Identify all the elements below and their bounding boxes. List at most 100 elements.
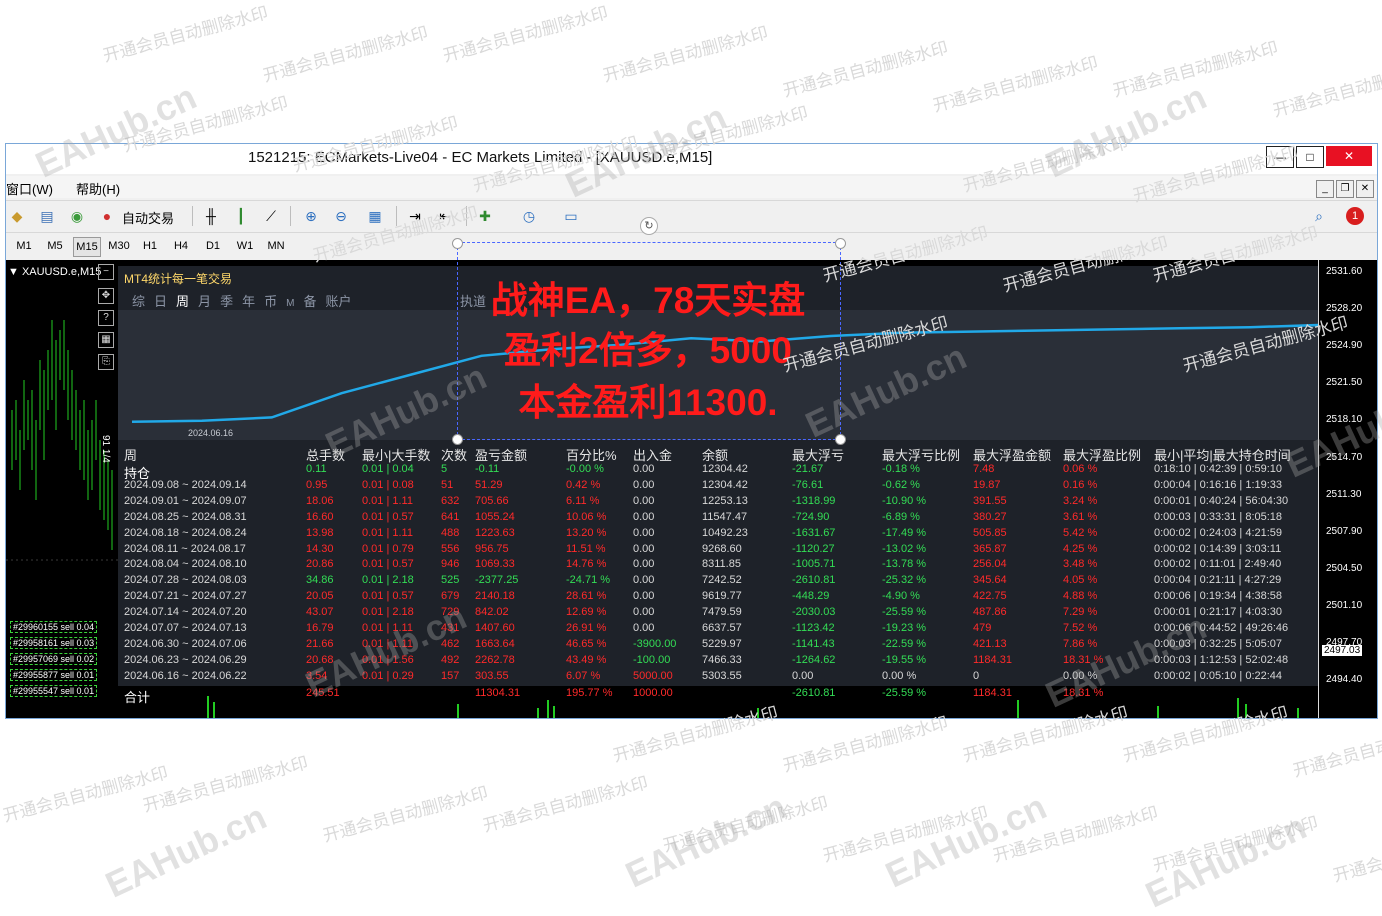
- profiles-icon[interactable]: ◆: [8, 207, 26, 225]
- table-cell-pl: 303.55: [475, 669, 509, 682]
- resize-handle[interactable]: [835, 238, 846, 249]
- table-cell-mm: 0.01 | 0.04: [362, 463, 414, 475]
- timeframe-m1[interactable]: M1: [11, 237, 37, 255]
- symbol-label[interactable]: ▼ XAUUSD.e,M15: [8, 266, 101, 278]
- auto-trading-button[interactable]: 自动交易: [122, 208, 174, 227]
- timeframe-m30[interactable]: M30: [106, 237, 132, 255]
- table-cell-mf: 345.64: [973, 574, 1007, 587]
- table-cell-io: 0.00: [633, 606, 655, 619]
- maximize-button[interactable]: □: [1296, 146, 1324, 168]
- signal-icon[interactable]: ◉: [68, 207, 86, 225]
- rotate-handle-icon[interactable]: ↻: [640, 217, 658, 235]
- collapse-icon[interactable]: −: [98, 264, 114, 280]
- close-button[interactable]: ✕: [1326, 146, 1372, 166]
- table-cell-bal: 7479.59: [702, 606, 742, 619]
- table-cell-mm: 0.01 | 0.57: [362, 558, 414, 571]
- mdi-close-button[interactable]: ✕: [1356, 180, 1374, 198]
- templates-icon[interactable]: ▭: [562, 207, 580, 225]
- timeframe-h1[interactable]: H1: [137, 237, 163, 255]
- periods-clock-icon[interactable]: ◷: [520, 207, 538, 225]
- menu-help[interactable]: 帮助(H): [76, 179, 120, 198]
- order-label[interactable]: #29955877 sell 0.01: [10, 669, 98, 681]
- table-cell-mfp: 4.88 %: [1063, 590, 1098, 603]
- header-maxddpct: 最大浮亏比例: [882, 448, 961, 463]
- table-cell-pct: 14.76 %: [566, 558, 607, 571]
- table-cell-pl: 1407.60: [475, 622, 515, 634]
- tab-account[interactable]: 账户: [325, 294, 351, 309]
- resize-handle[interactable]: [452, 238, 463, 249]
- order-label[interactable]: #29960155 sell 0.04: [10, 621, 98, 633]
- table-cell-bal: 12253.13: [702, 494, 748, 507]
- timeframe-m15[interactable]: M15: [73, 237, 101, 257]
- zoom-in-icon[interactable]: ⊕: [302, 207, 320, 225]
- table-cell-t: 0:00:02 | 0:24:03 | 4:21:59: [1154, 526, 1283, 539]
- resize-handle[interactable]: [452, 434, 463, 445]
- header-period: 周: [124, 448, 138, 463]
- watermark-text: 开通会员自动删除水印: [1330, 823, 1382, 886]
- table-cell-mm: 0.01 | 1.11: [362, 526, 413, 539]
- table-cell-p: 2024.07.28 ~ 2024.08.03: [124, 574, 247, 587]
- table-cell-mm: 0.01 | 0.08: [362, 478, 414, 491]
- market-watch-icon[interactable]: ▤: [38, 207, 56, 225]
- table-cell-mf: 391.55: [973, 494, 1007, 507]
- table-cell-pl: 1663.64: [475, 637, 515, 650]
- line-chart-icon[interactable]: ⟋: [262, 207, 280, 225]
- toolbar: ◆ ▤ ◉ ● 自动交易 ╫ ┃ ⟋ ⊕ ⊖ ▦ ⇥ ⇤ ✚ ◷ ▭ ⌕ 1: [6, 200, 1377, 231]
- order-label[interactable]: #29957069 sell 0.02: [10, 653, 98, 665]
- table-cell-pl: 956.75: [475, 542, 509, 555]
- timeframe-w1[interactable]: W1: [232, 237, 258, 255]
- candlestick-icon[interactable]: ┃: [232, 207, 250, 225]
- table-cell-ddp: -4.90 %: [882, 590, 920, 603]
- help-icon[interactable]: ?: [98, 310, 114, 326]
- table-cell-io: -3900.00: [633, 637, 677, 650]
- export-icon[interactable]: ⎘: [98, 354, 114, 370]
- tab-notes[interactable]: 备: [303, 294, 316, 309]
- timeframe-m5[interactable]: M5: [42, 237, 68, 255]
- move-icon[interactable]: ✥: [98, 288, 114, 304]
- table-cell-lots: 16.60: [306, 510, 334, 523]
- tab-year[interactable]: 年: [242, 294, 255, 309]
- table-cell-p: 2024.06.30 ~ 2024.07.06: [124, 637, 247, 650]
- table-cell-ddp: -13.78 %: [882, 558, 927, 571]
- table-cell-bal: 5303.55: [702, 669, 742, 682]
- table-cell-pct: 0.42 %: [566, 478, 601, 491]
- indicator-side-label: 91 1/4: [100, 435, 111, 463]
- table-cell-ddp: -13.02 %: [882, 542, 927, 555]
- tab-day[interactable]: 日: [154, 294, 167, 309]
- table-cell-lots: 18.06: [306, 494, 334, 507]
- table-cell-mf: 256.04: [973, 558, 1007, 571]
- notification-badge-icon[interactable]: 1: [1346, 207, 1364, 225]
- header-io: 出入金: [633, 448, 673, 463]
- zoom-out-icon[interactable]: ⊖: [332, 207, 350, 225]
- table-cell-bal: 9619.77: [702, 590, 742, 603]
- table-cell-bal: 11547.47: [702, 510, 748, 523]
- table-cell-pct: 6.11 %: [566, 494, 600, 507]
- total-cell-ddp: -25.59 %: [882, 686, 927, 699]
- table-cell-pl: 51.29: [475, 478, 503, 491]
- table-cell-mfp: 3.24 %: [1063, 494, 1098, 507]
- tab-currency[interactable]: 币: [264, 294, 277, 309]
- table-cell-lots: 34.86: [306, 574, 334, 587]
- table-cell-pct: -0.00 %: [566, 463, 604, 475]
- table-cell-mf: 479: [973, 622, 992, 634]
- table-cell-dd: -76.61: [792, 478, 824, 491]
- price-tick: 2531.60: [1326, 266, 1363, 277]
- total-cell-dd: -2610.81: [792, 686, 836, 699]
- mdi-minimize-button[interactable]: _: [1316, 180, 1334, 198]
- tab-overall[interactable]: 综: [132, 294, 145, 309]
- tab-magic[interactable]: M: [286, 298, 294, 309]
- timeframe-mn[interactable]: MN: [263, 237, 289, 255]
- timeframe-d1[interactable]: D1: [200, 237, 226, 255]
- tab-quarter[interactable]: 季: [220, 294, 233, 309]
- mdi-restore-button[interactable]: ❐: [1336, 180, 1354, 198]
- bar-chart-icon[interactable]: ╫: [202, 207, 220, 225]
- tab-month[interactable]: 月: [198, 294, 211, 309]
- table-icon[interactable]: ▦: [98, 332, 114, 348]
- auto-trading-icon[interactable]: ●: [98, 207, 116, 225]
- timeframe-h4[interactable]: H4: [168, 237, 194, 255]
- tab-week[interactable]: 周: [176, 294, 189, 309]
- order-label[interactable]: #29958161 sell 0.03: [10, 637, 98, 649]
- order-label[interactable]: #29955547 sell 0.01: [10, 685, 98, 697]
- table-cell-io: 0.00: [633, 526, 655, 539]
- table-cell-p: 2024.07.07 ~ 2024.07.13: [124, 622, 247, 634]
